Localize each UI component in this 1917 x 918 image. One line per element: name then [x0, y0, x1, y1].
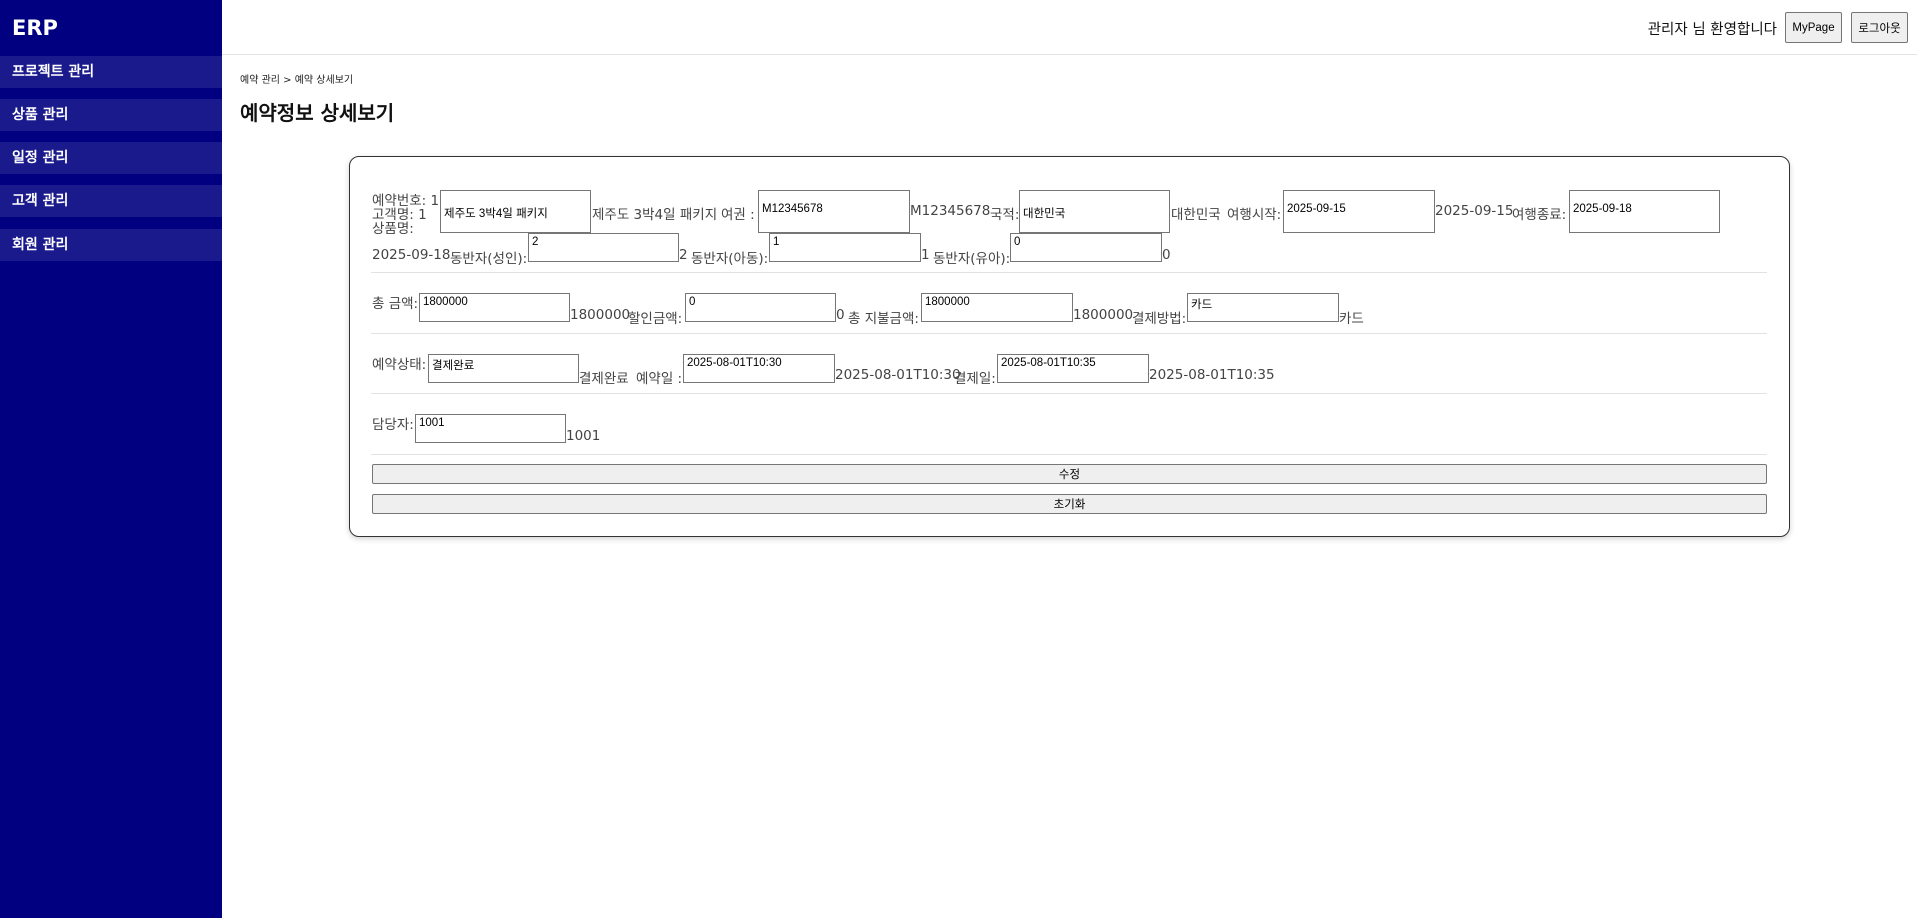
sidebar-item-project[interactable]: 프로젝트 관리 [0, 56, 222, 88]
method-text: 카드 [1339, 311, 1364, 327]
product-name-label: 상품명: [372, 221, 414, 237]
adult-label: 동반자(성인): [450, 251, 528, 267]
logout-button[interactable]: 로그아웃 [1851, 12, 1908, 43]
sidebar-item-product[interactable]: 상품 관리 [0, 99, 222, 131]
paid-label: 총 지불금액: [848, 311, 919, 327]
reset-button[interactable]: 초기화 [372, 494, 1767, 514]
nationality-label: 국적: [990, 207, 1020, 223]
paid-text: 1800000 [1073, 307, 1134, 323]
discount-text: 0 [836, 307, 845, 323]
child-field[interactable]: 1 [769, 233, 921, 262]
sidebar: ERP 프로젝트 관리 상품 관리 일정 관리 고객 관리 회원 관리 [0, 0, 222, 918]
passport-field[interactable]: M12345678 [758, 190, 910, 233]
trip-start-label: 여행시작: [1227, 207, 1282, 223]
nationality-field[interactable]: 대한민국 [1019, 190, 1170, 233]
trip-end-text: 2025-09-18 [372, 247, 451, 263]
top-header: 관리자 님 환영합니다 MyPage 로그아웃 [222, 0, 1917, 55]
method-label: 결제방법: [1132, 311, 1187, 327]
infant-field[interactable]: 0 [1010, 233, 1162, 262]
total-text: 1800000 [570, 307, 631, 323]
discount-label: 할인금액: [628, 311, 683, 327]
status-label: 예약상태: [372, 357, 427, 373]
total-label: 총 금액: [372, 296, 419, 312]
divider [371, 272, 1767, 273]
adult-field[interactable]: 2 [528, 233, 679, 262]
pay-date-text: 2025-08-01T10:35 [1149, 367, 1275, 383]
product-name-field[interactable]: 제주도 3박4일 패키지 [440, 190, 591, 233]
breadcrumb: 예약 관리 > 예약 상세보기 [240, 75, 354, 86]
manager-label: 담당자: [372, 417, 414, 433]
divider [371, 393, 1767, 394]
nationality-text: 대한민국 [1171, 207, 1221, 223]
trip-start-field[interactable]: 2025-09-15 [1283, 190, 1435, 233]
sidebar-item-member[interactable]: 회원 관리 [0, 229, 222, 261]
reserve-date-field[interactable]: 2025-08-01T10:30 [683, 354, 835, 383]
child-text: 1 [921, 247, 930, 263]
status-text: 결제완료 [579, 371, 629, 387]
passport-text: M12345678 [910, 203, 991, 219]
pay-date-field[interactable]: 2025-08-01T10:35 [997, 354, 1149, 383]
sidebar-item-customer[interactable]: 고객 관리 [0, 185, 222, 217]
welcome-text: 관리자 님 환영합니다 [1647, 22, 1777, 38]
infant-text: 0 [1162, 247, 1171, 263]
page-title: 예약정보 상세보기 [240, 101, 395, 125]
divider [371, 454, 1767, 455]
manager-field[interactable]: 1001 [415, 414, 566, 443]
method-field[interactable]: 카드 [1187, 293, 1339, 322]
infant-label: 동반자(유아): [933, 251, 1011, 267]
reserve-date-text: 2025-08-01T10:30 [835, 367, 961, 383]
total-field[interactable]: 1800000 [419, 293, 570, 322]
passport-label: 여권 : [721, 207, 755, 223]
trip-end-field[interactable]: 2025-09-18 [1569, 190, 1720, 233]
child-label: 동반자(아동): [691, 251, 769, 267]
manager-text: 1001 [566, 428, 601, 444]
paid-field[interactable]: 1800000 [921, 293, 1073, 322]
mypage-button[interactable]: MyPage [1785, 12, 1842, 43]
trip-start-text: 2025-09-15 [1435, 203, 1514, 219]
edit-button[interactable]: 수정 [372, 464, 1767, 484]
sidebar-item-schedule[interactable]: 일정 관리 [0, 142, 222, 174]
discount-field[interactable]: 0 [685, 293, 836, 322]
reserve-date-label: 예약일 : [636, 371, 683, 387]
divider [371, 333, 1767, 334]
trip-end-label: 여행종료: [1512, 207, 1567, 223]
status-field[interactable]: 결제완료 [428, 354, 579, 383]
product-name-text: 제주도 3박4일 패키지 [592, 207, 718, 223]
pay-date-label: 결제일: [954, 371, 996, 387]
adult-text: 2 [679, 247, 688, 263]
brand-logo: ERP [12, 16, 58, 40]
